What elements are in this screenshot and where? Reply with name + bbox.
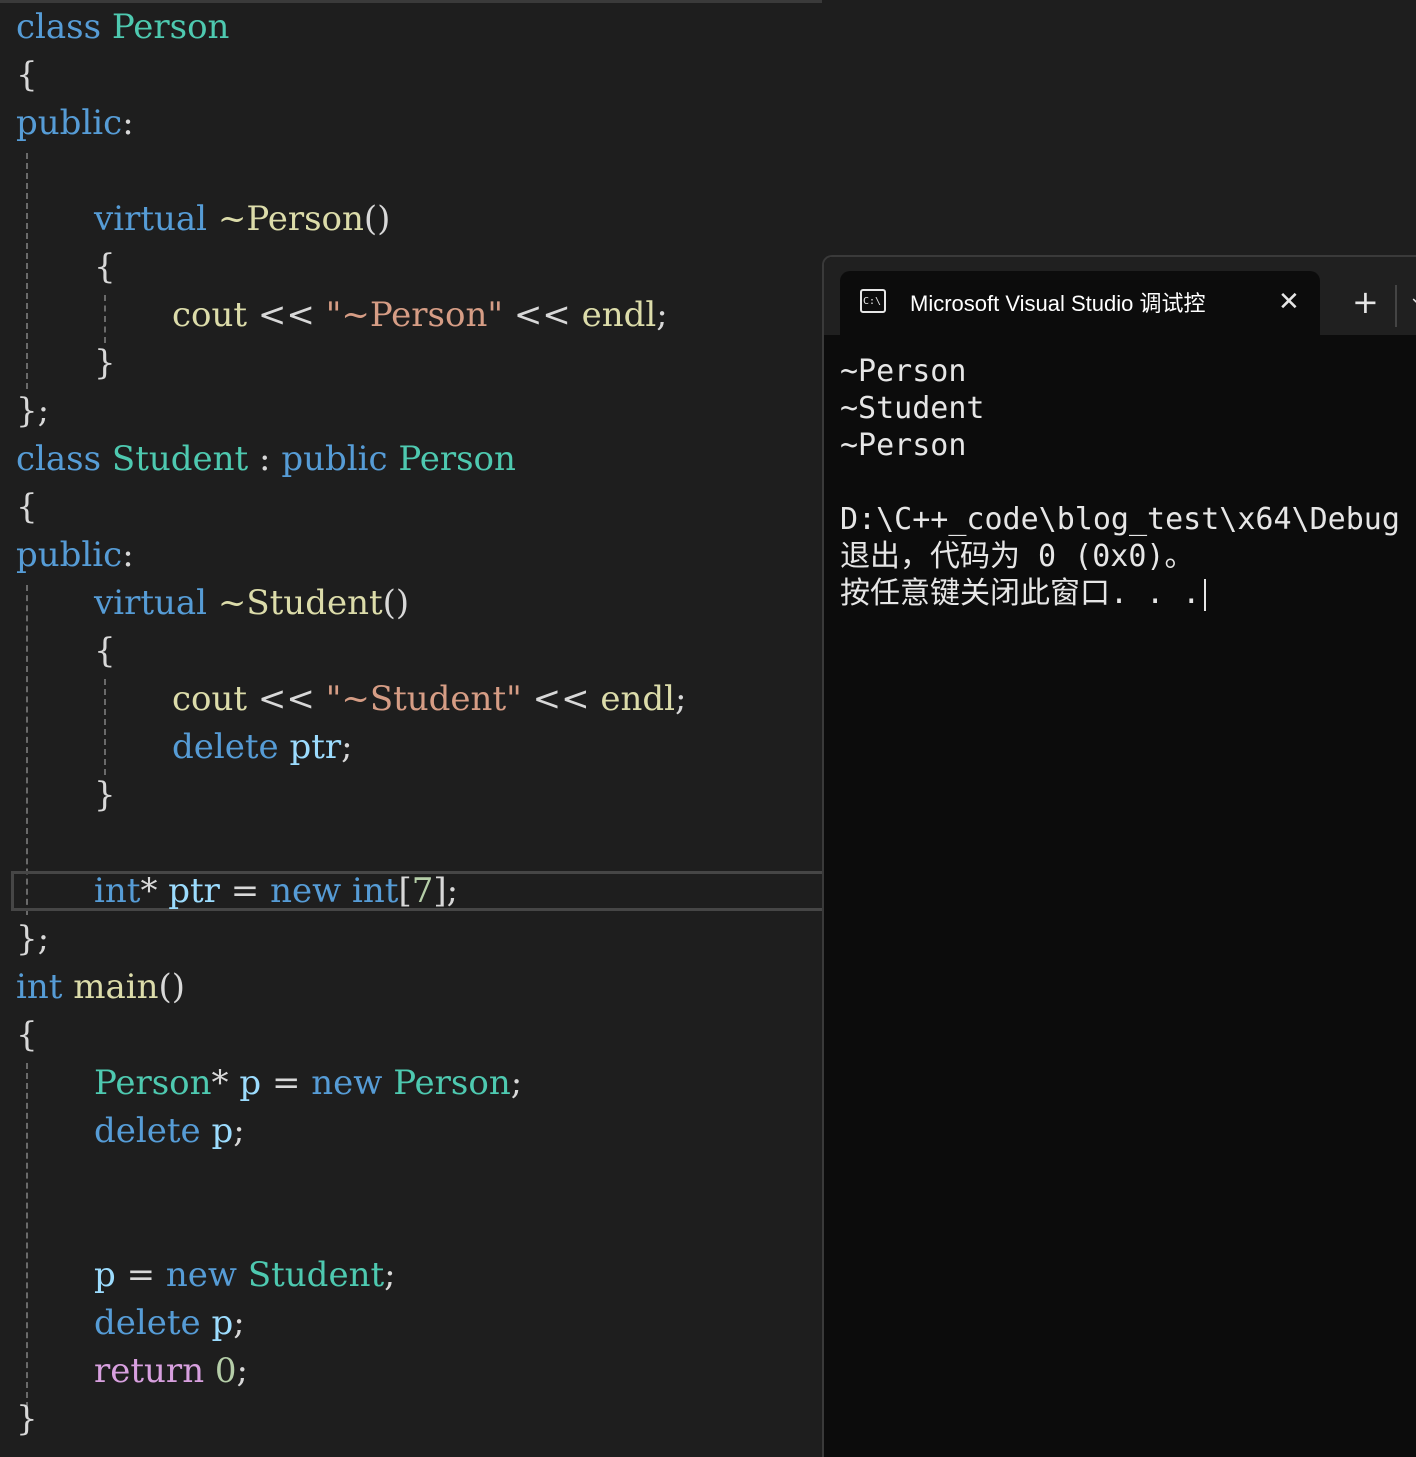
console-prompt-line: 按任意键关闭此窗口. . .: [840, 575, 1207, 612]
code-line[interactable]: delete p;: [94, 1107, 245, 1155]
code-line[interactable]: delete ptr;: [172, 723, 353, 771]
code-line[interactable]: virtual ~Person(): [94, 195, 390, 243]
code-line[interactable]: Person* p = new Person;: [94, 1059, 522, 1107]
indent-guide: [104, 679, 106, 775]
code-line[interactable]: {: [94, 243, 116, 291]
code-line[interactable]: int main(): [16, 963, 185, 1011]
terminal-tab-title: Microsoft Visual Studio 调试控: [910, 291, 1206, 316]
console-output-line: ~Person: [840, 428, 967, 463]
code-line[interactable]: class Student : public Person: [16, 435, 516, 483]
chevron-down-icon[interactable]: ⌄: [1409, 287, 1416, 308]
text-cursor: [1204, 578, 1207, 611]
code-line[interactable]: {: [16, 483, 38, 531]
code-line[interactable]: }: [94, 339, 116, 387]
debug-console-window[interactable]: C:\ Microsoft Visual Studio 调试控 ✕ + ⌄ ~P…: [822, 255, 1416, 1457]
terminal-tab-strip: C:\ Microsoft Visual Studio 调试控 ✕ + ⌄: [824, 257, 1416, 335]
code-line[interactable]: }: [16, 1395, 38, 1443]
console-output-line: 按任意键关闭此窗口. . .: [840, 576, 1201, 611]
code-line[interactable]: public:: [16, 99, 134, 147]
code-line[interactable]: cout << "~Person" << endl;: [172, 291, 668, 339]
code-line[interactable]: int* ptr = new int[7];: [94, 867, 458, 915]
console-output-line: 退出，代码为 0 (0x0)。: [840, 539, 1195, 574]
code-line[interactable]: {: [16, 51, 38, 99]
console-output-line: ~Person: [840, 354, 967, 389]
code-line[interactable]: cout << "~Student" << endl;: [172, 675, 687, 723]
console-output-line: ~Student: [840, 391, 985, 426]
code-line[interactable]: {: [94, 627, 116, 675]
close-icon[interactable]: ✕: [1278, 287, 1300, 317]
code-line[interactable]: return 0;: [94, 1347, 248, 1395]
tab-divider: [1395, 285, 1397, 327]
indent-guide: [26, 1063, 28, 1408]
terminal-icon: C:\: [860, 289, 886, 313]
code-line[interactable]: {: [16, 1011, 38, 1059]
indent-guide: [104, 295, 106, 343]
code-line[interactable]: class Person: [16, 3, 229, 51]
code-line[interactable]: virtual ~Student(): [94, 579, 409, 627]
code-line[interactable]: delete p;: [94, 1299, 245, 1347]
code-editor[interactable]: class Person { public: virtual ~Person()…: [0, 0, 822, 1447]
code-line[interactable]: public:: [16, 531, 134, 579]
terminal-tab[interactable]: C:\ Microsoft Visual Studio 调试控 ✕: [840, 271, 1320, 335]
new-tab-button[interactable]: +: [1352, 285, 1379, 319]
code-line[interactable]: }: [94, 771, 116, 819]
code-line[interactable]: p = new Student;: [94, 1251, 396, 1299]
indent-guide: [26, 585, 28, 915]
console-output-line: D:\C++_code\blog_test\x64\Debug: [840, 502, 1400, 537]
code-line[interactable]: };: [16, 387, 49, 435]
indent-guide: [26, 153, 28, 389]
code-line[interactable]: };: [16, 915, 49, 963]
